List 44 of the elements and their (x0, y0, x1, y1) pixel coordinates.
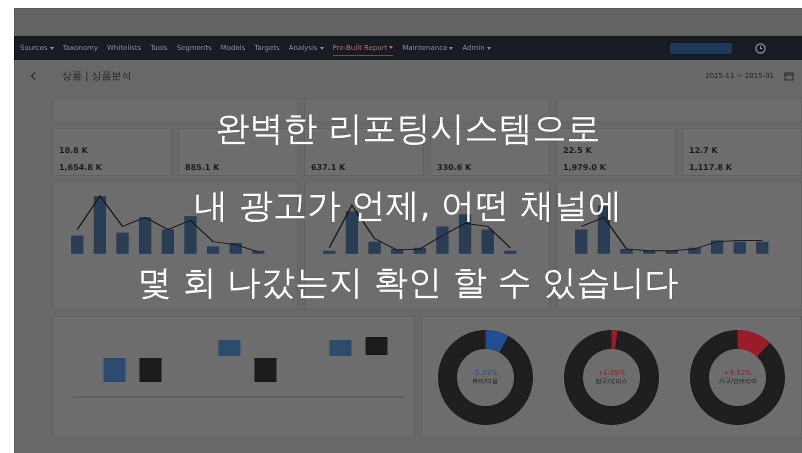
chart-bar (71, 236, 84, 254)
chart-bar (329, 340, 352, 356)
kpi-value: 12.7 K (689, 146, 719, 155)
chart-bar (391, 248, 404, 254)
chart-bar (710, 240, 724, 254)
chart-bar (103, 358, 126, 382)
chart-bar (162, 230, 174, 254)
kpi-value: 22.5 K (563, 146, 593, 155)
kpi-total: 1,654.8 K (59, 163, 103, 172)
chart-bar (436, 226, 449, 254)
kpi-total: 885.1 K (185, 163, 220, 172)
kpi-value: 18.8 K (59, 146, 89, 155)
chart-bar (139, 217, 152, 254)
chart-bar (365, 337, 388, 355)
chart-bar (94, 196, 106, 254)
chart-bar (643, 250, 656, 254)
headline-text: 완벽한 리포팅시스템으로 (216, 110, 600, 148)
chart-bar (252, 250, 264, 254)
page-title: 상품 | 상품분석 (62, 70, 132, 83)
chart-bar (368, 242, 381, 254)
kpi-total: 1,117.8 K (689, 163, 733, 172)
chart-bar (116, 232, 129, 254)
kpi-total: 637.1 K (311, 163, 346, 172)
chart-bar (620, 248, 633, 254)
kpi-total: 1,979.0 K (563, 163, 607, 172)
chart-bar (666, 250, 678, 254)
clock-icon (755, 42, 766, 54)
chart-bar (139, 358, 162, 382)
chart-bar (206, 246, 220, 254)
chart-bar (218, 340, 240, 356)
chart-bar (254, 358, 276, 382)
chart-bar (575, 230, 588, 254)
kpi-total: 330.6 K (437, 163, 472, 172)
chart-bar (504, 250, 516, 254)
chart-bar (734, 242, 746, 254)
headline-text: 내 광고가 언제, 어떤 채널에 (194, 187, 622, 225)
chart-bar (756, 242, 768, 254)
chart-bar (230, 242, 242, 254)
calendar-icon[interactable] (784, 71, 794, 81)
chart-bar (482, 230, 494, 254)
headline-text: 몇 회 나갔는지 확인 할 수 있습니다 (138, 264, 678, 302)
chart-bar (184, 216, 197, 254)
chart-bar (323, 250, 336, 254)
nav-button[interactable] (670, 42, 732, 54)
